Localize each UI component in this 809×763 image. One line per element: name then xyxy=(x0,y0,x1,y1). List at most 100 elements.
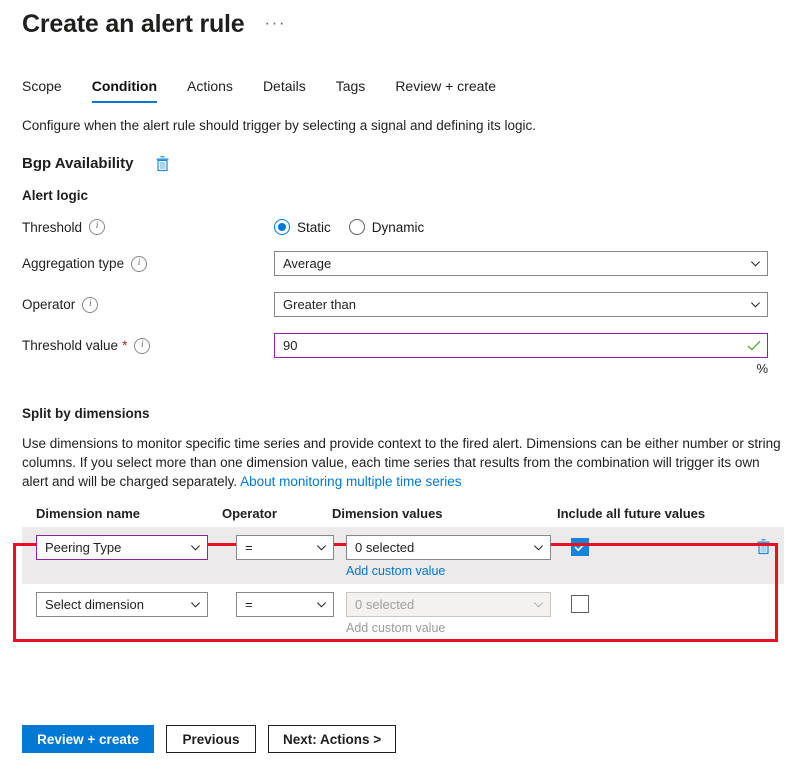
chevron-down-icon xyxy=(533,542,544,553)
dimension-values-value: 0 selected xyxy=(355,597,529,612)
column-header-include-all-future: Include all future values xyxy=(557,506,742,521)
dimension-name-cell: Peering Type xyxy=(36,535,236,560)
checkmark-icon xyxy=(574,542,586,552)
tab-review-create[interactable]: Review + create xyxy=(395,78,496,103)
delete-dimension-cell xyxy=(756,535,796,558)
chevron-down-icon xyxy=(190,599,201,610)
dimension-name-value: Select dimension xyxy=(45,597,186,612)
threshold-radio-group: Static Dynamic xyxy=(274,219,442,235)
threshold-unit: % xyxy=(274,361,768,376)
dimension-name-value: Peering Type xyxy=(45,540,186,555)
next-actions-button[interactable]: Next: Actions > xyxy=(268,725,396,753)
operator-value: Greater than xyxy=(283,297,746,312)
chevron-down-icon xyxy=(316,599,327,610)
include-all-future-cell xyxy=(571,535,756,556)
valid-check-icon xyxy=(747,340,761,351)
dimension-values-value: 0 selected xyxy=(355,540,529,555)
info-icon[interactable]: i xyxy=(131,256,147,272)
threshold-value-text: 90 xyxy=(283,338,747,353)
wizard-tabs: Scope Condition Actions Details Tags Rev… xyxy=(0,69,809,103)
threshold-value-row: Threshold value * i 90 xyxy=(0,333,809,358)
threshold-label-group: Threshold i xyxy=(22,219,274,235)
dimension-operator-select[interactable]: = xyxy=(236,535,334,560)
chevron-down-icon xyxy=(533,599,544,610)
tab-scope[interactable]: Scope xyxy=(22,78,62,103)
review-create-button[interactable]: Review + create xyxy=(22,725,154,753)
chevron-down-icon xyxy=(750,299,761,310)
chevron-down-icon xyxy=(750,258,761,269)
footer-actions: Review + create Previous Next: Actions > xyxy=(0,725,809,753)
add-custom-value-link[interactable]: Add custom value xyxy=(346,564,571,578)
aggregation-type-row: Aggregation type i Average xyxy=(0,251,809,276)
dimension-values-cell: 0 selected Add custom value xyxy=(346,535,571,578)
dimension-operator-value: = xyxy=(245,540,312,555)
dimensions-table: Dimension name Operator Dimension values… xyxy=(0,499,809,641)
threshold-value-label: Threshold value xyxy=(22,338,118,353)
include-all-future-checkbox[interactable] xyxy=(571,538,589,556)
dimension-operator-select[interactable]: = xyxy=(236,592,334,617)
operator-label-group: Operator i xyxy=(22,297,274,313)
aggregation-type-label: Aggregation type xyxy=(22,256,124,271)
tab-actions[interactable]: Actions xyxy=(187,78,233,103)
previous-button[interactable]: Previous xyxy=(166,725,256,753)
more-options-icon[interactable]: ··· xyxy=(261,12,290,38)
column-header-operator: Operator xyxy=(222,506,332,521)
info-icon[interactable]: i xyxy=(82,297,98,313)
aggregation-type-value: Average xyxy=(283,256,746,271)
about-monitoring-multiple-time-series-link[interactable]: About monitoring multiple time series xyxy=(240,474,461,489)
metric-name: Bgp Availability xyxy=(22,155,133,172)
table-row: Peering Type = 0 selected Add custom xyxy=(22,527,784,584)
dimension-operator-value: = xyxy=(245,597,312,612)
trash-icon xyxy=(155,155,170,172)
info-icon[interactable]: i xyxy=(134,338,150,354)
tab-tags[interactable]: Tags xyxy=(336,78,366,103)
split-by-dimensions-description: Use dimensions to monitor specific time … xyxy=(0,421,809,491)
dimension-name-select[interactable]: Select dimension xyxy=(36,592,208,617)
delete-dimension-row-button[interactable] xyxy=(756,538,796,558)
radio-static-label: Static xyxy=(297,220,331,235)
include-all-future-cell xyxy=(571,592,756,613)
radio-static-indicator[interactable] xyxy=(274,219,290,235)
threshold-row: Threshold i Static Dynamic xyxy=(0,219,809,235)
intro-description: Configure when the alert rule should tri… xyxy=(0,103,809,133)
chevron-down-icon xyxy=(190,542,201,553)
page-title: Create an alert rule xyxy=(22,10,245,39)
info-icon[interactable]: i xyxy=(89,219,105,235)
dimension-operator-cell: = xyxy=(236,592,346,617)
required-marker: * xyxy=(122,338,127,353)
metric-header: Bgp Availability xyxy=(0,133,809,172)
table-row: Select dimension = 0 selected Add cu xyxy=(22,584,809,641)
tab-details[interactable]: Details xyxy=(263,78,306,103)
split-by-dimensions-heading: Split by dimensions xyxy=(0,376,809,421)
alert-logic-heading: Alert logic xyxy=(0,172,809,203)
threshold-unit-row: % xyxy=(0,361,809,376)
dimension-values-select: 0 selected xyxy=(346,592,551,617)
dimension-values-cell: 0 selected Add custom value xyxy=(346,592,571,635)
aggregation-type-select[interactable]: Average xyxy=(274,251,768,276)
dimension-values-select[interactable]: 0 selected xyxy=(346,535,551,560)
include-all-future-checkbox[interactable] xyxy=(571,595,589,613)
dimensions-table-header: Dimension name Operator Dimension values… xyxy=(22,499,809,527)
dimension-name-cell: Select dimension xyxy=(36,592,236,617)
radio-dynamic-indicator[interactable] xyxy=(349,219,365,235)
operator-select[interactable]: Greater than xyxy=(274,292,768,317)
threshold-value-label-group: Threshold value * i xyxy=(22,338,274,354)
trash-icon xyxy=(756,538,771,555)
delete-condition-icon[interactable] xyxy=(155,155,170,172)
dimension-operator-cell: = xyxy=(236,535,346,560)
add-custom-value-link: Add custom value xyxy=(346,621,571,635)
operator-row: Operator i Greater than xyxy=(0,292,809,317)
threshold-label: Threshold xyxy=(22,220,82,235)
radio-dynamic[interactable]: Dynamic xyxy=(349,219,425,235)
radio-dynamic-label: Dynamic xyxy=(372,220,425,235)
dimension-name-select[interactable]: Peering Type xyxy=(36,535,208,560)
column-header-dimension-name: Dimension name xyxy=(22,506,222,521)
threshold-value-field[interactable]: 90 xyxy=(274,333,768,358)
radio-static[interactable]: Static xyxy=(274,219,331,235)
operator-label: Operator xyxy=(22,297,75,312)
tab-condition[interactable]: Condition xyxy=(92,78,157,103)
column-header-dimension-values: Dimension values xyxy=(332,506,557,521)
aggregation-type-label-group: Aggregation type i xyxy=(22,256,274,272)
page-header: Create an alert rule ··· xyxy=(0,0,809,39)
chevron-down-icon xyxy=(316,542,327,553)
